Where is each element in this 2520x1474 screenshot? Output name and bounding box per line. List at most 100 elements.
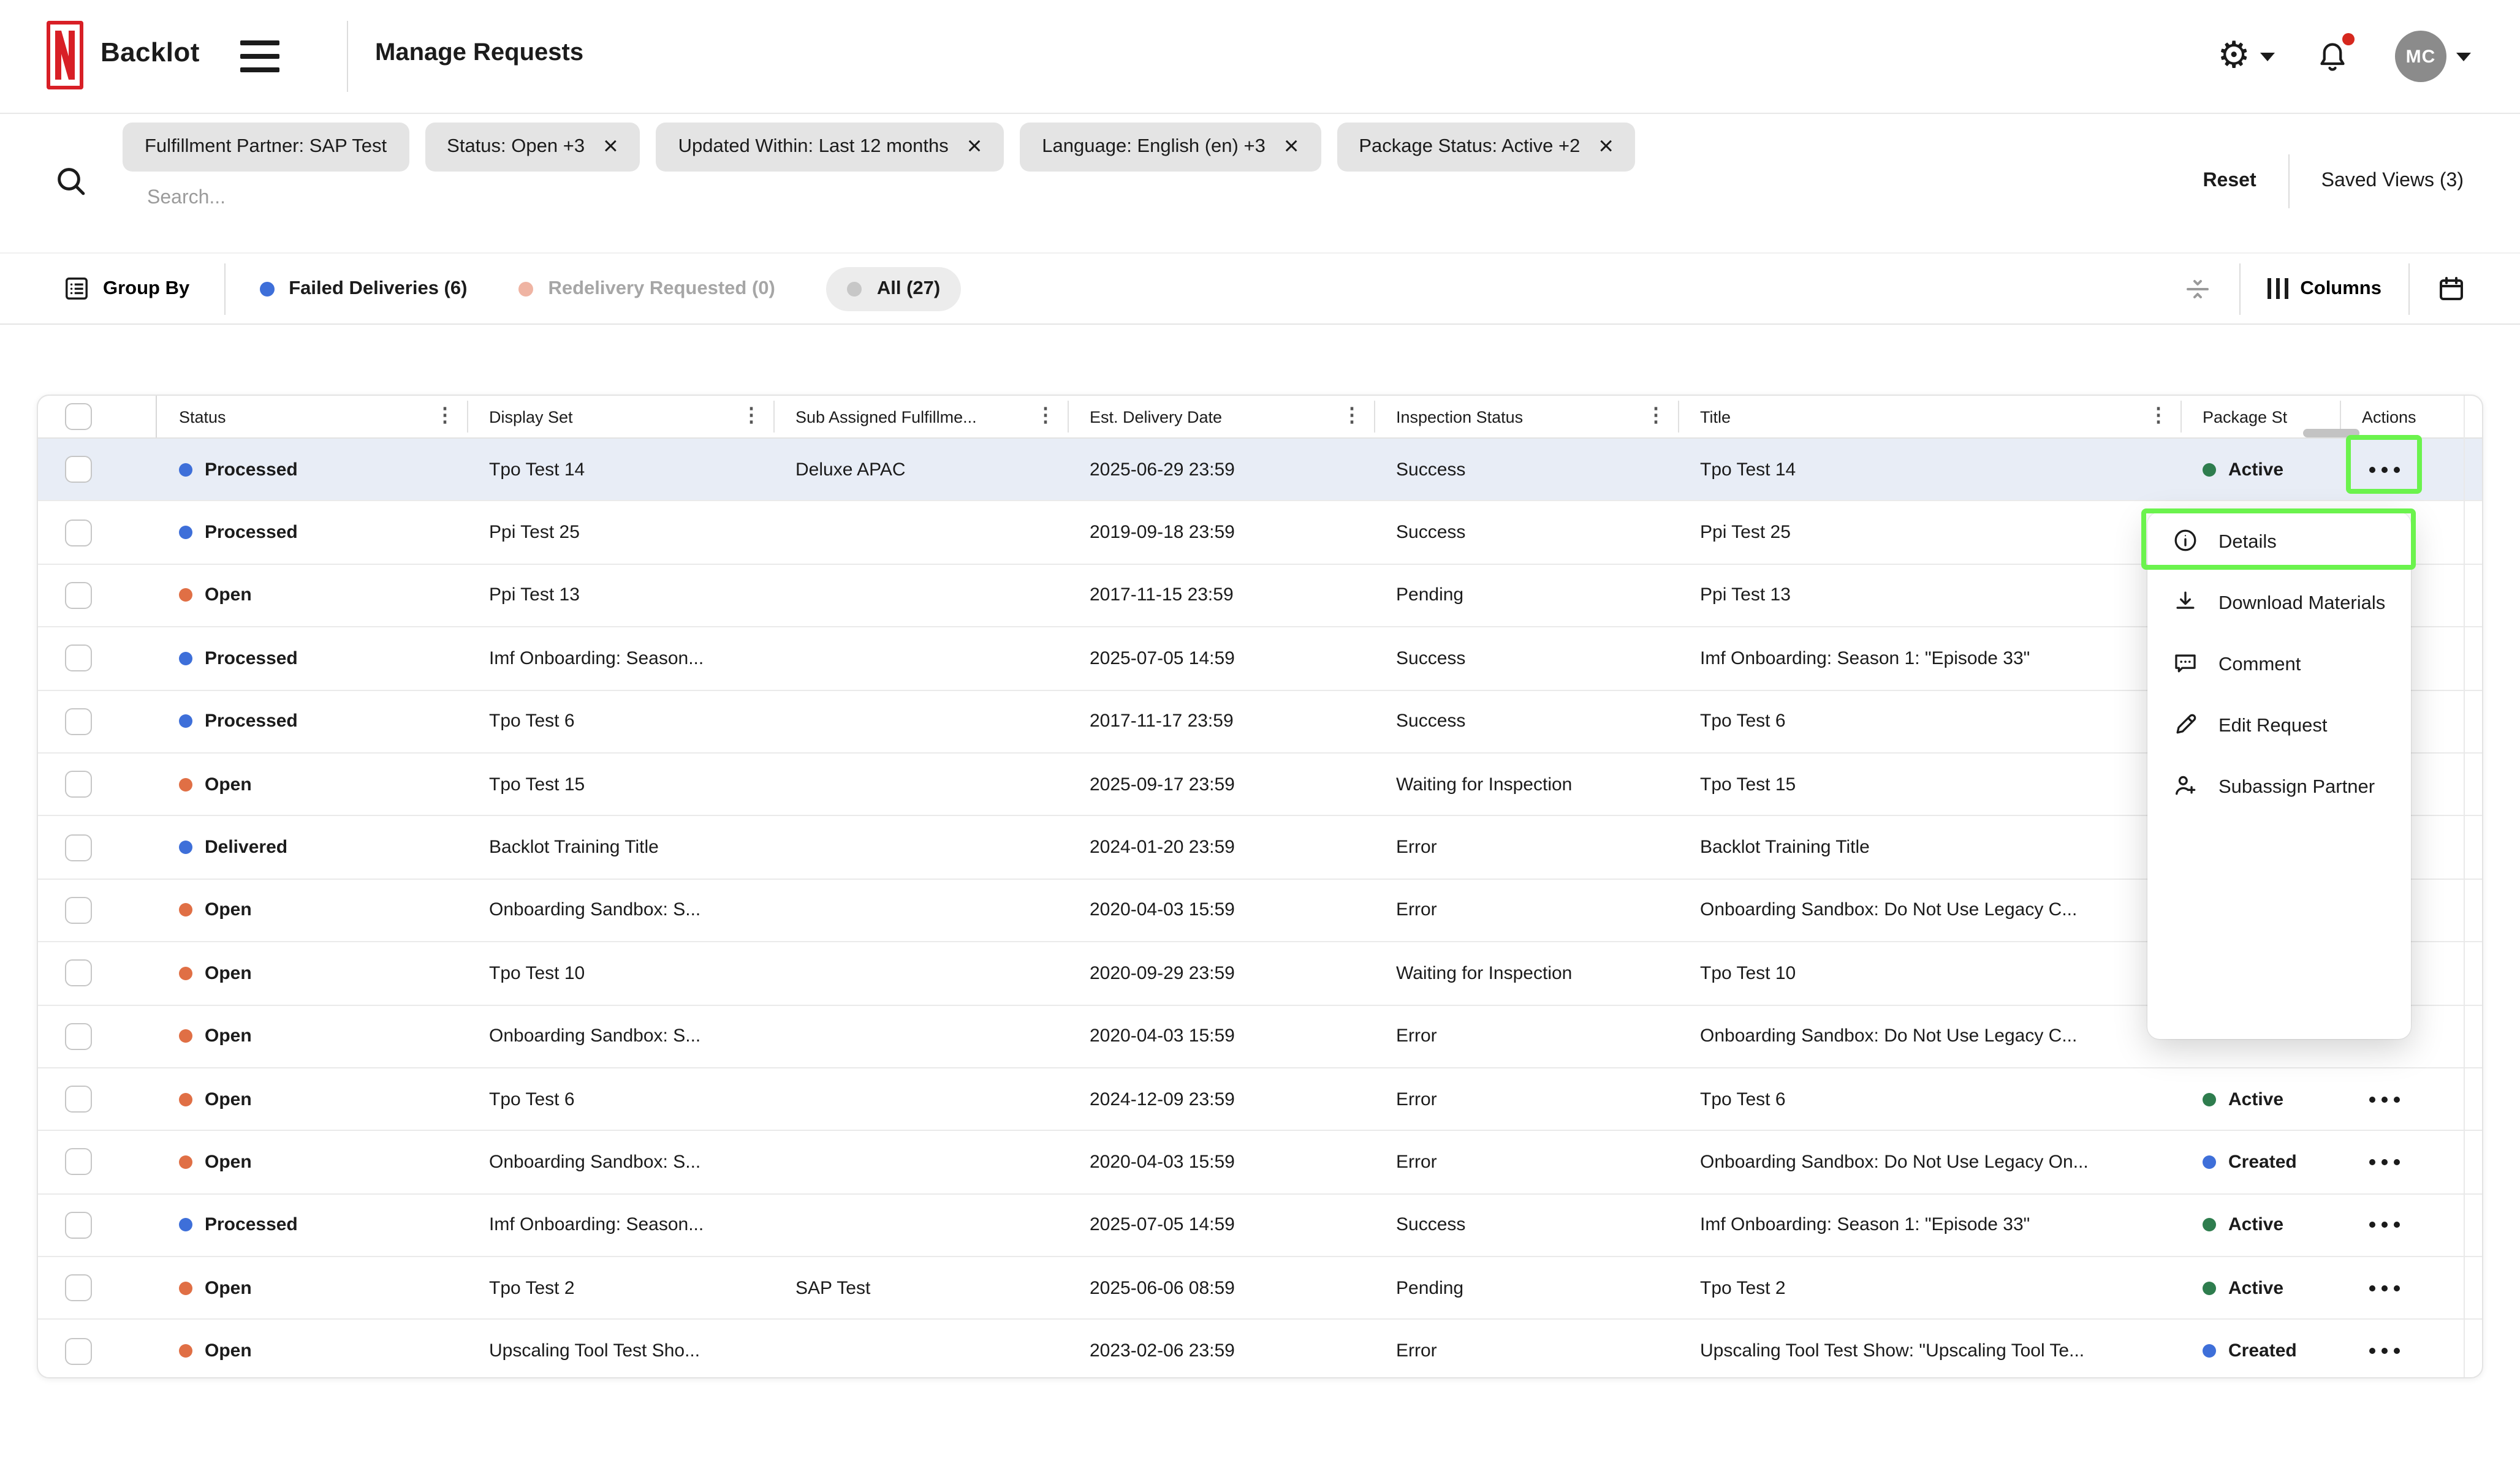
- column-menu-icon[interactable]: ⋮: [1036, 407, 1055, 426]
- row-checkbox[interactable]: [65, 1149, 92, 1176]
- status-dot: [179, 652, 192, 665]
- notifications-button[interactable]: [2314, 38, 2351, 75]
- grouping-tab[interactable]: Failed Deliveries (6): [259, 278, 467, 300]
- divider: [773, 401, 775, 433]
- grouping-tab[interactable]: Redelivery Requested (0): [518, 278, 775, 300]
- row-checkbox[interactable]: [65, 897, 92, 924]
- menu-item-download-materials[interactable]: Download Materials: [2147, 573, 2411, 635]
- grouping-tab[interactable]: All (27): [827, 266, 961, 311]
- table-row[interactable]: ProcessedImf Onboarding: Season...2025-0…: [38, 1193, 2482, 1256]
- close-icon[interactable]: ×: [1284, 135, 1299, 159]
- row-checkbox[interactable]: [65, 960, 92, 987]
- row-actions-button[interactable]: [2357, 1079, 2411, 1119]
- row-checkbox-cell: [38, 1257, 157, 1319]
- column-menu-icon[interactable]: ⋮: [1646, 407, 1666, 426]
- header-actions: ⚙ MC: [2217, 0, 2471, 113]
- close-icon[interactable]: ×: [967, 135, 982, 159]
- table-row[interactable]: OpenTpo Test 152025-09-17 23:59Waiting f…: [38, 752, 2482, 815]
- menu-item-details[interactable]: Details: [2147, 512, 2411, 573]
- column-header-label: Display Set: [489, 407, 573, 426]
- account-button[interactable]: MC: [2395, 31, 2471, 82]
- sub-assigned-cell: [773, 1005, 1068, 1067]
- row-checkbox-cell: [38, 1194, 157, 1256]
- table-row[interactable]: OpenOnboarding Sandbox: S...2020-04-03 1…: [38, 878, 2482, 941]
- row-actions-button[interactable]: [2357, 1269, 2411, 1308]
- table-row[interactable]: ProcessedTpo Test 62017-11-17 23:59Succe…: [38, 689, 2482, 752]
- group-by-button[interactable]: Group By: [64, 276, 189, 301]
- row-actions-button[interactable]: [2357, 1206, 2411, 1245]
- column-menu-icon[interactable]: ⋮: [742, 407, 761, 426]
- row-checkbox[interactable]: [65, 1275, 92, 1302]
- column-menu-icon[interactable]: ⋮: [435, 407, 455, 426]
- grouping-tabs: Failed Deliveries (6) Redelivery Requeste…: [259, 266, 961, 311]
- menu-item-subassign-partner[interactable]: Subassign Partner: [2147, 757, 2411, 818]
- row-checkbox[interactable]: [65, 1212, 92, 1239]
- status-label: Processed: [205, 648, 298, 669]
- scrollbar-thumb[interactable]: [2303, 429, 2359, 437]
- close-icon[interactable]: ×: [1598, 135, 1614, 159]
- row-checkbox[interactable]: [65, 645, 92, 672]
- row-checkbox[interactable]: [65, 771, 92, 798]
- sub-assigned-cell: [773, 1068, 1068, 1130]
- calendar-button[interactable]: [2437, 274, 2466, 303]
- row-checkbox[interactable]: [65, 708, 92, 735]
- menu-item-edit-request[interactable]: Edit Request: [2147, 696, 2411, 757]
- row-checkbox[interactable]: [65, 834, 92, 861]
- table-row[interactable]: ProcessedImf Onboarding: Season...2025-0…: [38, 626, 2482, 689]
- row-checkbox[interactable]: [65, 582, 92, 609]
- hamburger-menu-icon[interactable]: [240, 40, 279, 72]
- table-row[interactable]: OpenTpo Test 62024-12-09 23:59ErrorTpo T…: [38, 1067, 2482, 1130]
- table-row[interactable]: OpenTpo Test 102020-09-29 23:59Waiting f…: [38, 941, 2482, 1004]
- title-cell-text: Backlot Training Title: [1700, 837, 1870, 858]
- table-row[interactable]: OpenOnboarding Sandbox: S...2020-04-03 1…: [38, 1004, 2482, 1067]
- row-checkbox[interactable]: [65, 456, 92, 483]
- table-row[interactable]: OpenPpi Test 132017-11-15 23:59PendingPp…: [38, 564, 2482, 627]
- column-menu-icon[interactable]: ⋮: [2149, 407, 2168, 426]
- table-row[interactable]: OpenTpo Test 2SAP Test2025-06-06 08:59Pe…: [38, 1256, 2482, 1319]
- saved-views-button[interactable]: Saved Views (3): [2321, 170, 2464, 192]
- select-all-checkbox[interactable]: [65, 403, 92, 430]
- menu-item-label: Subassign Partner: [2218, 777, 2375, 799]
- menu-item-label: Edit Request: [2218, 716, 2328, 738]
- filter-chip[interactable]: Language: English (en) +3×: [1020, 123, 1321, 172]
- menu-item-label: Comment: [2218, 654, 2301, 676]
- search-input[interactable]: [145, 186, 836, 211]
- status-dot: [179, 526, 192, 539]
- filter-chip[interactable]: Package Status: Active +2×: [1337, 123, 1636, 172]
- netflix-logo-icon[interactable]: [47, 21, 83, 89]
- filter-chip[interactable]: Fulfillment Partner: SAP Test: [123, 123, 409, 172]
- settings-button[interactable]: ⚙: [2217, 38, 2275, 75]
- status-label: Processed: [205, 459, 298, 480]
- table-row[interactable]: OpenUpscaling Tool Test Sho...2023-02-06…: [38, 1319, 2482, 1378]
- search-icon[interactable]: [54, 164, 88, 198]
- row-actions-button[interactable]: [2357, 1331, 2411, 1370]
- inspection-status-cell: Success: [1374, 502, 1678, 564]
- filter-chip[interactable]: Updated Within: Last 12 months×: [656, 123, 1004, 172]
- row-checkbox[interactable]: [65, 1337, 92, 1364]
- column-menu-icon[interactable]: ⋮: [1342, 407, 1362, 426]
- status-dot: [179, 777, 192, 791]
- close-icon[interactable]: ×: [603, 135, 618, 159]
- reset-filters-button[interactable]: Reset: [2203, 170, 2256, 192]
- filter-chip[interactable]: Status: Open +3×: [425, 123, 640, 172]
- columns-button[interactable]: Columns: [2267, 278, 2381, 300]
- status-dot: [259, 281, 274, 296]
- sub-assigned-cell: [773, 879, 1068, 941]
- table-row[interactable]: OpenOnboarding Sandbox: S...2020-04-03 1…: [38, 1130, 2482, 1193]
- display-set-cell-text: Onboarding Sandbox: S...: [489, 1026, 700, 1046]
- menu-item-comment[interactable]: Comment: [2147, 635, 2411, 696]
- table-row[interactable]: DeliveredBacklot Training Title2024-01-2…: [38, 815, 2482, 879]
- avatar: MC: [2395, 31, 2446, 82]
- row-checkbox[interactable]: [65, 1086, 92, 1113]
- table-row[interactable]: ProcessedTpo Test 14Deluxe APAC2025-06-2…: [38, 439, 2482, 501]
- row-actions-button[interactable]: [2357, 1143, 2411, 1182]
- status-cell: Processed: [157, 502, 467, 564]
- table-row[interactable]: ProcessedPpi Test 252019-09-18 23:59Succ…: [38, 501, 2482, 564]
- info-icon: [2172, 526, 2199, 559]
- row-actions-button[interactable]: [2357, 450, 2411, 489]
- inspection-status-cell-text: Error: [1396, 1152, 1437, 1173]
- row-checkbox[interactable]: [65, 519, 92, 546]
- display-set-cell: Imf Onboarding: Season...: [467, 627, 773, 689]
- row-checkbox[interactable]: [65, 1022, 92, 1049]
- row-density-button[interactable]: [2182, 274, 2212, 303]
